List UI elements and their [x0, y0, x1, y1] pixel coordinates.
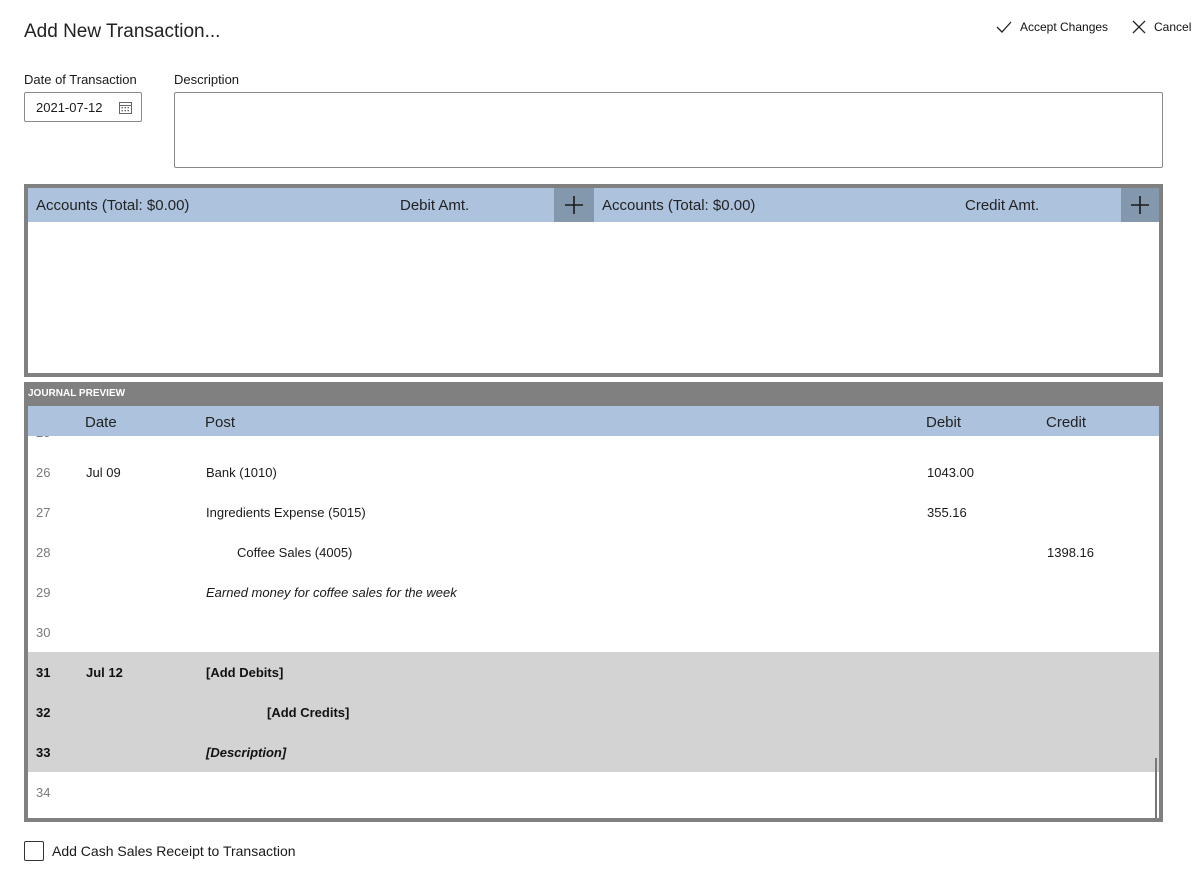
- journal-header: Date Post Debit Credit: [28, 406, 1159, 436]
- journal-preview-title: JOURNAL PREVIEW: [28, 382, 1159, 406]
- row-post: Ingredients Expense (5015): [206, 505, 366, 520]
- debit-amount-header: Debit Amt.: [400, 197, 470, 214]
- plus-icon: [565, 196, 583, 214]
- dialog-title: Add New Transaction...: [24, 21, 221, 42]
- cancel-button[interactable]: Cancel: [1132, 20, 1191, 34]
- row-description: [Description]: [206, 745, 287, 760]
- accept-changes-button[interactable]: Accept Changes: [996, 20, 1108, 34]
- column-credit: Credit: [1046, 414, 1087, 431]
- row-debit: 355.16: [927, 505, 967, 520]
- row-credit: 1398.16: [1047, 545, 1094, 560]
- row-post: Coffee Sales (4005): [237, 545, 353, 560]
- date-value: 2021-07-12: [36, 99, 103, 115]
- cash-sales-receipt-label: Add Cash Sales Receipt to Transaction: [52, 843, 296, 859]
- line-number: 26: [36, 465, 51, 480]
- add-credit-account-button[interactable]: [1121, 188, 1159, 222]
- table-row: 29 Earned money for coffee sales for the…: [28, 572, 1159, 612]
- table-row: 28 Coffee Sales (4005) 1398.16: [28, 532, 1159, 572]
- journal-body[interactable]: 25 26 Jul 09 Bank (1010) 1043.00 27 Ingr…: [28, 436, 1159, 818]
- table-row: 27 Ingredients Expense (5015) 355.16: [28, 492, 1159, 532]
- line-number: 30: [36, 625, 51, 640]
- column-post: Post: [205, 414, 236, 431]
- close-icon: [1132, 20, 1146, 34]
- accept-changes-label: Accept Changes: [1020, 20, 1109, 34]
- description-input[interactable]: [174, 92, 1163, 168]
- table-row-pending: 31 Jul 12 [Add Debits]: [28, 652, 1159, 692]
- table-row-pending: 32 [Add Credits]: [28, 692, 1159, 732]
- row-date: Jul 09: [86, 465, 121, 480]
- calendar-icon: [119, 102, 132, 114]
- table-row: 26 Jul 09 Bank (1010) 1043.00: [28, 452, 1159, 492]
- line-number: 32: [36, 705, 51, 720]
- accounts-panel: Accounts (Total: $0.00) Debit Amt. Accou…: [24, 184, 1163, 377]
- journal-preview-panel: JOURNAL PREVIEW Date Post Debit Credit 2…: [24, 382, 1163, 822]
- date-label: Date of Transaction: [24, 72, 137, 87]
- date-picker[interactable]: 2021-07-12: [24, 92, 142, 122]
- line-number: 27: [36, 505, 51, 520]
- line-number: 25: [36, 436, 50, 440]
- debit-accounts-header: Accounts (Total: $0.00): [36, 197, 190, 214]
- add-debit-account-button[interactable]: [554, 188, 594, 222]
- line-number: 31: [36, 665, 51, 680]
- cash-sales-receipt-checkbox[interactable]: [24, 841, 44, 861]
- line-number: 28: [36, 545, 51, 560]
- column-debit: Debit: [926, 414, 962, 431]
- row-debit: 1043.00: [927, 465, 974, 480]
- table-row: 30: [28, 612, 1159, 652]
- description-label: Description: [174, 72, 240, 87]
- line-number: 33: [36, 745, 51, 760]
- table-row: 34: [28, 772, 1159, 812]
- column-date: Date: [85, 414, 117, 431]
- table-row-pending: 33 [Description]: [28, 732, 1159, 772]
- accounts-header: Accounts (Total: $0.00) Debit Amt. Accou…: [28, 188, 1159, 222]
- row-description: Earned money for coffee sales for the we…: [206, 585, 457, 600]
- vertical-scrollbar[interactable]: [1155, 758, 1157, 818]
- row-post: [Add Debits]: [206, 665, 284, 680]
- line-number: 29: [36, 585, 51, 600]
- row-date: Jul 12: [86, 665, 123, 680]
- row-post: Bank (1010): [206, 465, 277, 480]
- row-post: [Add Credits]: [267, 705, 350, 720]
- credit-amount-header: Credit Amt.: [965, 197, 1040, 214]
- line-number: 34: [36, 785, 51, 800]
- cancel-label: Cancel: [1154, 20, 1192, 34]
- checkmark-icon: [996, 21, 1012, 33]
- table-row: 25: [28, 436, 1159, 452]
- plus-icon: [1131, 196, 1149, 214]
- credit-accounts-header: Accounts (Total: $0.00): [602, 197, 756, 214]
